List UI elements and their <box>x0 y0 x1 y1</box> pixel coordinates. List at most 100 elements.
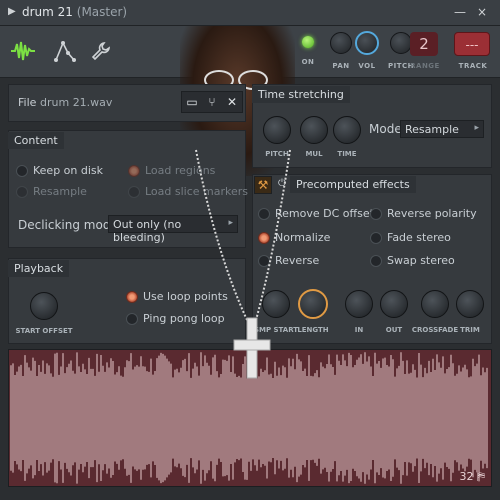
option-label: Load regions <box>145 164 216 177</box>
folder-icon[interactable]: ▭ <box>182 92 202 112</box>
minimize-button[interactable]: — <box>452 4 468 20</box>
waveform-tool-button[interactable] <box>6 34 40 68</box>
enable-icon[interactable]: ⏻ <box>278 178 286 189</box>
track-label: TRACK <box>458 62 488 70</box>
waveform-display[interactable]: 32 ⛿ <box>8 349 492 487</box>
waveform-icon <box>11 41 35 61</box>
option-label: Reverse polarity <box>387 207 477 220</box>
pitch-knob[interactable] <box>390 32 412 54</box>
radio-dot <box>16 164 28 177</box>
radio-dot <box>370 231 382 244</box>
file-label: File <box>18 96 37 109</box>
start-offset-label: START OFFSET <box>15 327 73 335</box>
ts-time-label: TIME <box>337 150 357 158</box>
close-button[interactable]: × <box>474 4 490 20</box>
radio-dot <box>370 254 382 267</box>
waveform-flag-icon[interactable]: ⛿ <box>477 470 485 483</box>
option-label: Remove DC offset <box>275 207 374 220</box>
option-label: Reverse <box>275 254 320 267</box>
option-label: Keep on disk <box>33 164 104 177</box>
mode-value: Resample <box>405 123 459 136</box>
ts-mul-knob[interactable] <box>300 116 328 144</box>
fork-icon[interactable]: ⑂ <box>202 92 222 112</box>
reverse-option[interactable]: Reverse <box>258 254 319 267</box>
resample-option[interactable]: Resample <box>16 185 87 198</box>
waveform-number: 32 ⛿ <box>460 470 486 484</box>
volume-control[interactable]: VOL <box>352 31 382 70</box>
radio-dot <box>370 207 382 220</box>
ts-pitch-knob[interactable] <box>263 116 291 144</box>
on-led[interactable] <box>302 36 314 48</box>
wrench-icon[interactable]: ⚒ <box>254 176 272 194</box>
envelope-icon <box>54 41 76 62</box>
option-label: Normalize <box>275 231 331 244</box>
chevron-right-icon: ▸ <box>228 218 233 228</box>
window-title-text: drum 21 <box>22 5 73 19</box>
waveform-number-value: 32 <box>459 470 474 483</box>
content-title: Content <box>8 132 64 149</box>
option-label: Resample <box>33 185 87 198</box>
reverse-polarity-option[interactable]: Reverse polarity <box>370 207 477 220</box>
option-label: Ping pong loop <box>143 312 225 325</box>
on-control[interactable]: ON <box>296 30 320 66</box>
trim-label: TRIM <box>460 326 480 334</box>
fade-stereo-option[interactable]: Fade stereo <box>370 231 451 244</box>
option-label: Fade stereo <box>387 231 451 244</box>
volume-knob[interactable] <box>355 31 379 55</box>
radio-dot <box>128 164 140 177</box>
wrench-icon <box>91 42 110 61</box>
on-label: ON <box>301 58 315 66</box>
option-label: Use loop points <box>143 290 228 303</box>
envelope-tool-button[interactable] <box>48 34 82 68</box>
option-label: Load slice markers <box>145 185 249 198</box>
volume-label: VOL <box>358 62 376 70</box>
radio-dot <box>258 207 270 220</box>
pan-knob[interactable] <box>330 32 352 54</box>
ping-pong-loop-option[interactable]: Ping pong loop <box>126 312 225 325</box>
remove-dc-offset-option[interactable]: Remove DC offset <box>258 207 374 220</box>
close-icon[interactable]: ✕ <box>222 92 242 112</box>
range-label: RANGE <box>410 62 440 70</box>
keep-on-disk-option[interactable]: Keep on disk <box>16 164 103 177</box>
window-title: drum 21 (Master) <box>22 5 127 19</box>
mode-select[interactable]: Resample ▸ <box>400 120 484 138</box>
out-knob[interactable] <box>380 290 408 318</box>
option-label: Swap stereo <box>387 254 455 267</box>
swap-stereo-option[interactable]: Swap stereo <box>370 254 455 267</box>
track-value[interactable]: --- <box>454 32 490 56</box>
range-control[interactable]: 2 RANGE <box>410 32 440 70</box>
radio-dot <box>126 290 138 303</box>
file-name[interactable]: drum 21.wav <box>40 96 112 109</box>
precomputed-title: Precomputed effects <box>290 176 416 193</box>
window-subtitle: (Master) <box>76 5 128 19</box>
use-loop-points-option[interactable]: Use loop points <box>126 290 228 303</box>
menu-arrow-icon[interactable]: ▶ <box>8 6 16 17</box>
file-actions: ▭ ⑂ ✕ <box>181 91 243 113</box>
start-offset-knob[interactable] <box>30 292 58 320</box>
trim-knob[interactable] <box>456 290 484 318</box>
radio-dot <box>258 231 270 244</box>
ts-time-knob[interactable] <box>333 116 361 144</box>
playback-title: Playback <box>8 260 70 277</box>
radio-dot <box>258 254 270 267</box>
declicking-select[interactable]: Out only (no bleeding) ▸ <box>108 215 238 244</box>
load-regions-option[interactable]: Load regions <box>128 164 215 177</box>
normalize-option[interactable]: Normalize <box>258 231 330 244</box>
crossfade-knob[interactable] <box>421 290 449 318</box>
load-slice-markers-option[interactable]: Load slice markers <box>128 185 248 198</box>
waveform-graphic <box>10 352 488 484</box>
in-knob[interactable] <box>345 290 373 318</box>
mode-label: Mode <box>369 122 402 136</box>
radio-dot <box>16 185 28 198</box>
track-control[interactable]: --- TRACK <box>454 32 492 70</box>
length-knob[interactable] <box>298 289 328 319</box>
radio-dot <box>126 312 138 325</box>
range-value[interactable]: 2 <box>410 32 438 56</box>
title-bar: ▶ drum 21 (Master) — × <box>0 0 500 26</box>
settings-tool-button[interactable] <box>84 34 118 68</box>
smp-start-knob[interactable] <box>262 290 290 318</box>
chevron-right-icon: ▸ <box>474 123 479 133</box>
radio-dot <box>128 185 140 198</box>
time-stretching-title: Time stretching <box>252 86 350 103</box>
declicking-label: Declicking mode <box>18 218 118 232</box>
